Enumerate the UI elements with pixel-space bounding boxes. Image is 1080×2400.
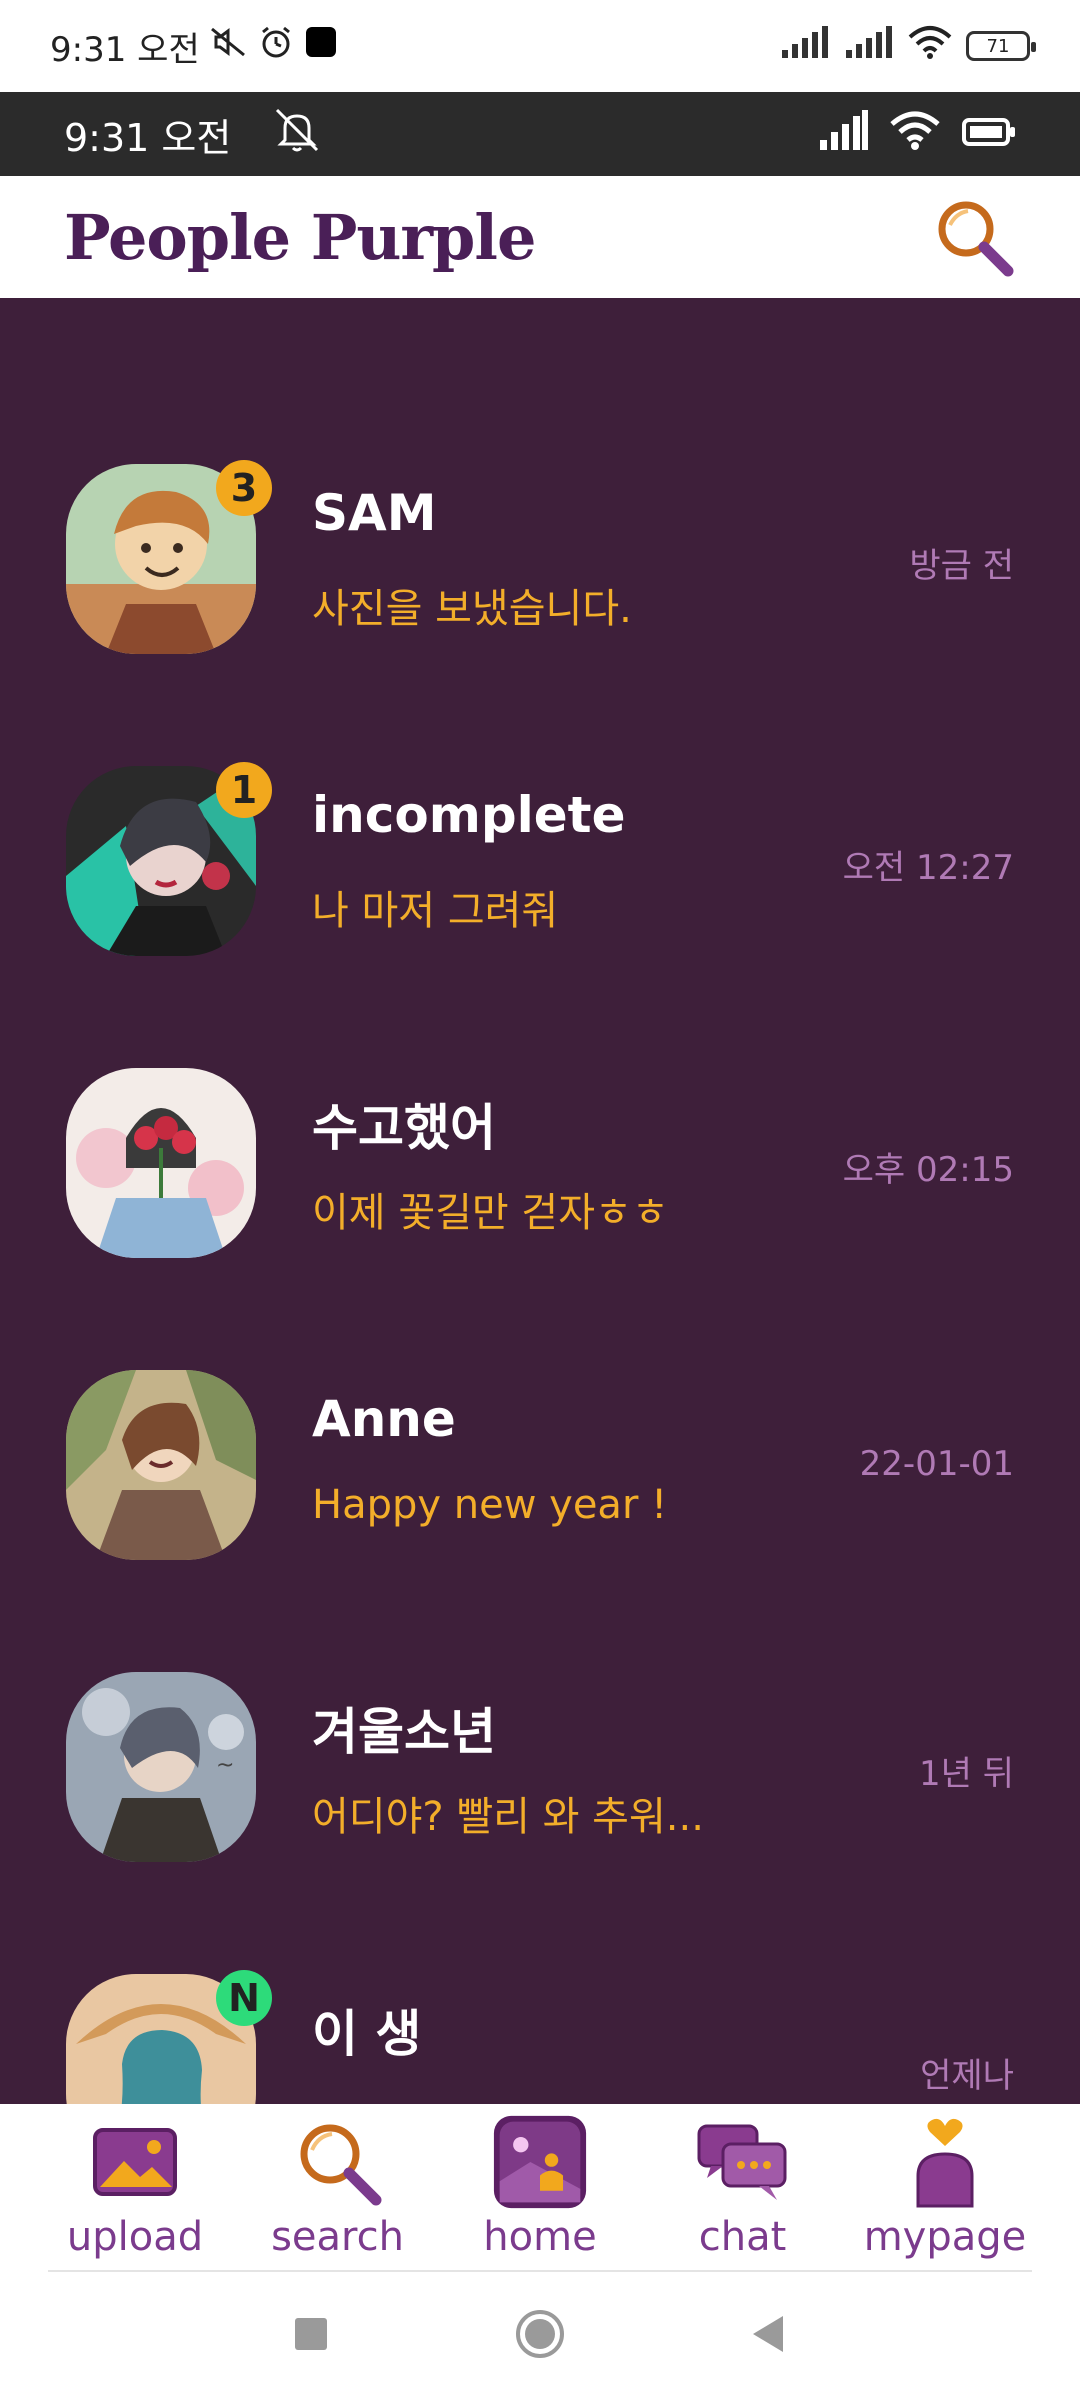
system-nav-bar: [0, 2272, 1080, 2400]
avatar[interactable]: [66, 1370, 256, 1560]
chat-last-message: 어디야? 빨리 와 추워...: [312, 1794, 704, 1840]
battery-level: 71: [986, 35, 1010, 57]
svg-text:~: ~: [216, 1753, 234, 1778]
system-time: 9:31 오전: [50, 29, 200, 70]
chat-row[interactable]: 수고했어 이제 꽃길만 걷자ㅎㅎ 오후 02:15: [0, 1068, 1080, 1268]
chat-name: 수고했어: [312, 1099, 496, 1157]
notification-square-icon: [304, 25, 338, 68]
chat-row[interactable]: ~ 겨울소년 어디야? 빨리 와 추워... 1년 뒤: [0, 1672, 1080, 1872]
mute-icon: [210, 25, 248, 68]
home-button[interactable]: [514, 2308, 566, 2364]
chat-time: 22-01-01: [859, 1444, 1014, 1484]
chat-time: 언제나: [920, 2056, 1014, 2096]
nav-label: mypage: [863, 2214, 1027, 2260]
avatar[interactable]: ~: [66, 1672, 256, 1862]
chat-row[interactable]: 1 incomplete 나 마저 그려줘 오전 12:27: [0, 762, 1080, 966]
search-icon: [938, 201, 1014, 277]
search-icon: [290, 2114, 386, 2210]
chat-last-message: 사진을 보냈습니다.: [312, 586, 632, 632]
nav-upload[interactable]: upload: [40, 2114, 230, 2272]
back-button[interactable]: [749, 2312, 789, 2360]
wifi-icon: [908, 25, 952, 68]
alarm-icon: [258, 24, 294, 69]
header-search-button[interactable]: [932, 195, 1016, 279]
recents-button[interactable]: [291, 2314, 331, 2358]
nav-chat[interactable]: chat: [648, 2114, 838, 2272]
unread-badge: 3: [216, 460, 272, 516]
nav-label: search: [271, 2214, 404, 2260]
nav-search[interactable]: search: [243, 2114, 433, 2272]
nav-home[interactable]: home: [445, 2114, 635, 2272]
nav-label: home: [483, 2214, 597, 2260]
app-status-time: 9:31 오전: [64, 115, 232, 160]
cell-signal-icon: [818, 109, 868, 159]
avatar[interactable]: [66, 1068, 256, 1258]
chat-list: 3 SAM 사진을 보냈습니다. 방금 전 1 incomplete 나 마저 …: [0, 298, 1080, 2104]
person-heart-icon: [897, 2114, 993, 2210]
chat-name: Anne: [312, 1390, 456, 1448]
chat-name: SAM: [312, 484, 437, 542]
app-screen: 9:31 오전 71 9:31 오전 People Purple 3 SAM 사…: [0, 0, 1080, 2400]
chat-name: 겨울소년: [312, 1703, 496, 1761]
chat-bubbles-icon: [695, 2114, 791, 2210]
bottom-nav: upload search home chat mypage: [0, 2104, 1080, 2272]
signal-icon: [780, 25, 830, 67]
chat-row[interactable]: Anne Happy new year ! 22-01-01: [0, 1370, 1080, 1570]
wifi-icon-dark: [890, 110, 940, 159]
battery-icon: 71: [966, 31, 1036, 61]
app-logo: People Purple: [64, 200, 536, 274]
chat-last-message: 이제 꽃길만 걷자ㅎㅎ: [312, 1190, 669, 1236]
image-icon: [87, 2114, 183, 2210]
unread-badge: 1: [216, 762, 272, 818]
chat-time: 방금 전: [909, 546, 1014, 586]
chat-time: 1년 뒤: [919, 1754, 1014, 1794]
signal-icon-2: [844, 25, 894, 67]
system-status-bar: 9:31 오전 71: [0, 0, 1080, 92]
chat-time: 오후 02:15: [842, 1150, 1014, 1190]
chat-time: 오전 12:27: [842, 848, 1014, 888]
battery-icon-dark: [962, 112, 1016, 156]
new-badge: N: [216, 1970, 272, 2026]
nav-mypage[interactable]: mypage: [850, 2114, 1040, 2272]
bell-off-icon: [271, 106, 323, 163]
chat-row[interactable]: N 이 생 언제나: [0, 1970, 1080, 2104]
nav-label: upload: [66, 2214, 204, 2260]
nav-label: chat: [698, 2214, 787, 2260]
chat-last-message: Happy new year !: [312, 1482, 668, 1528]
chat-name: incomplete: [312, 786, 626, 844]
app-header: People Purple: [0, 176, 1080, 298]
chat-name: 이 생: [312, 2005, 422, 2063]
chat-last-message: 나 마저 그려줘: [312, 888, 559, 934]
home-gallery-icon: [492, 2114, 588, 2210]
app-status-bar: 9:31 오전: [0, 92, 1080, 176]
chat-row[interactable]: 3 SAM 사진을 보냈습니다. 방금 전: [0, 460, 1080, 664]
